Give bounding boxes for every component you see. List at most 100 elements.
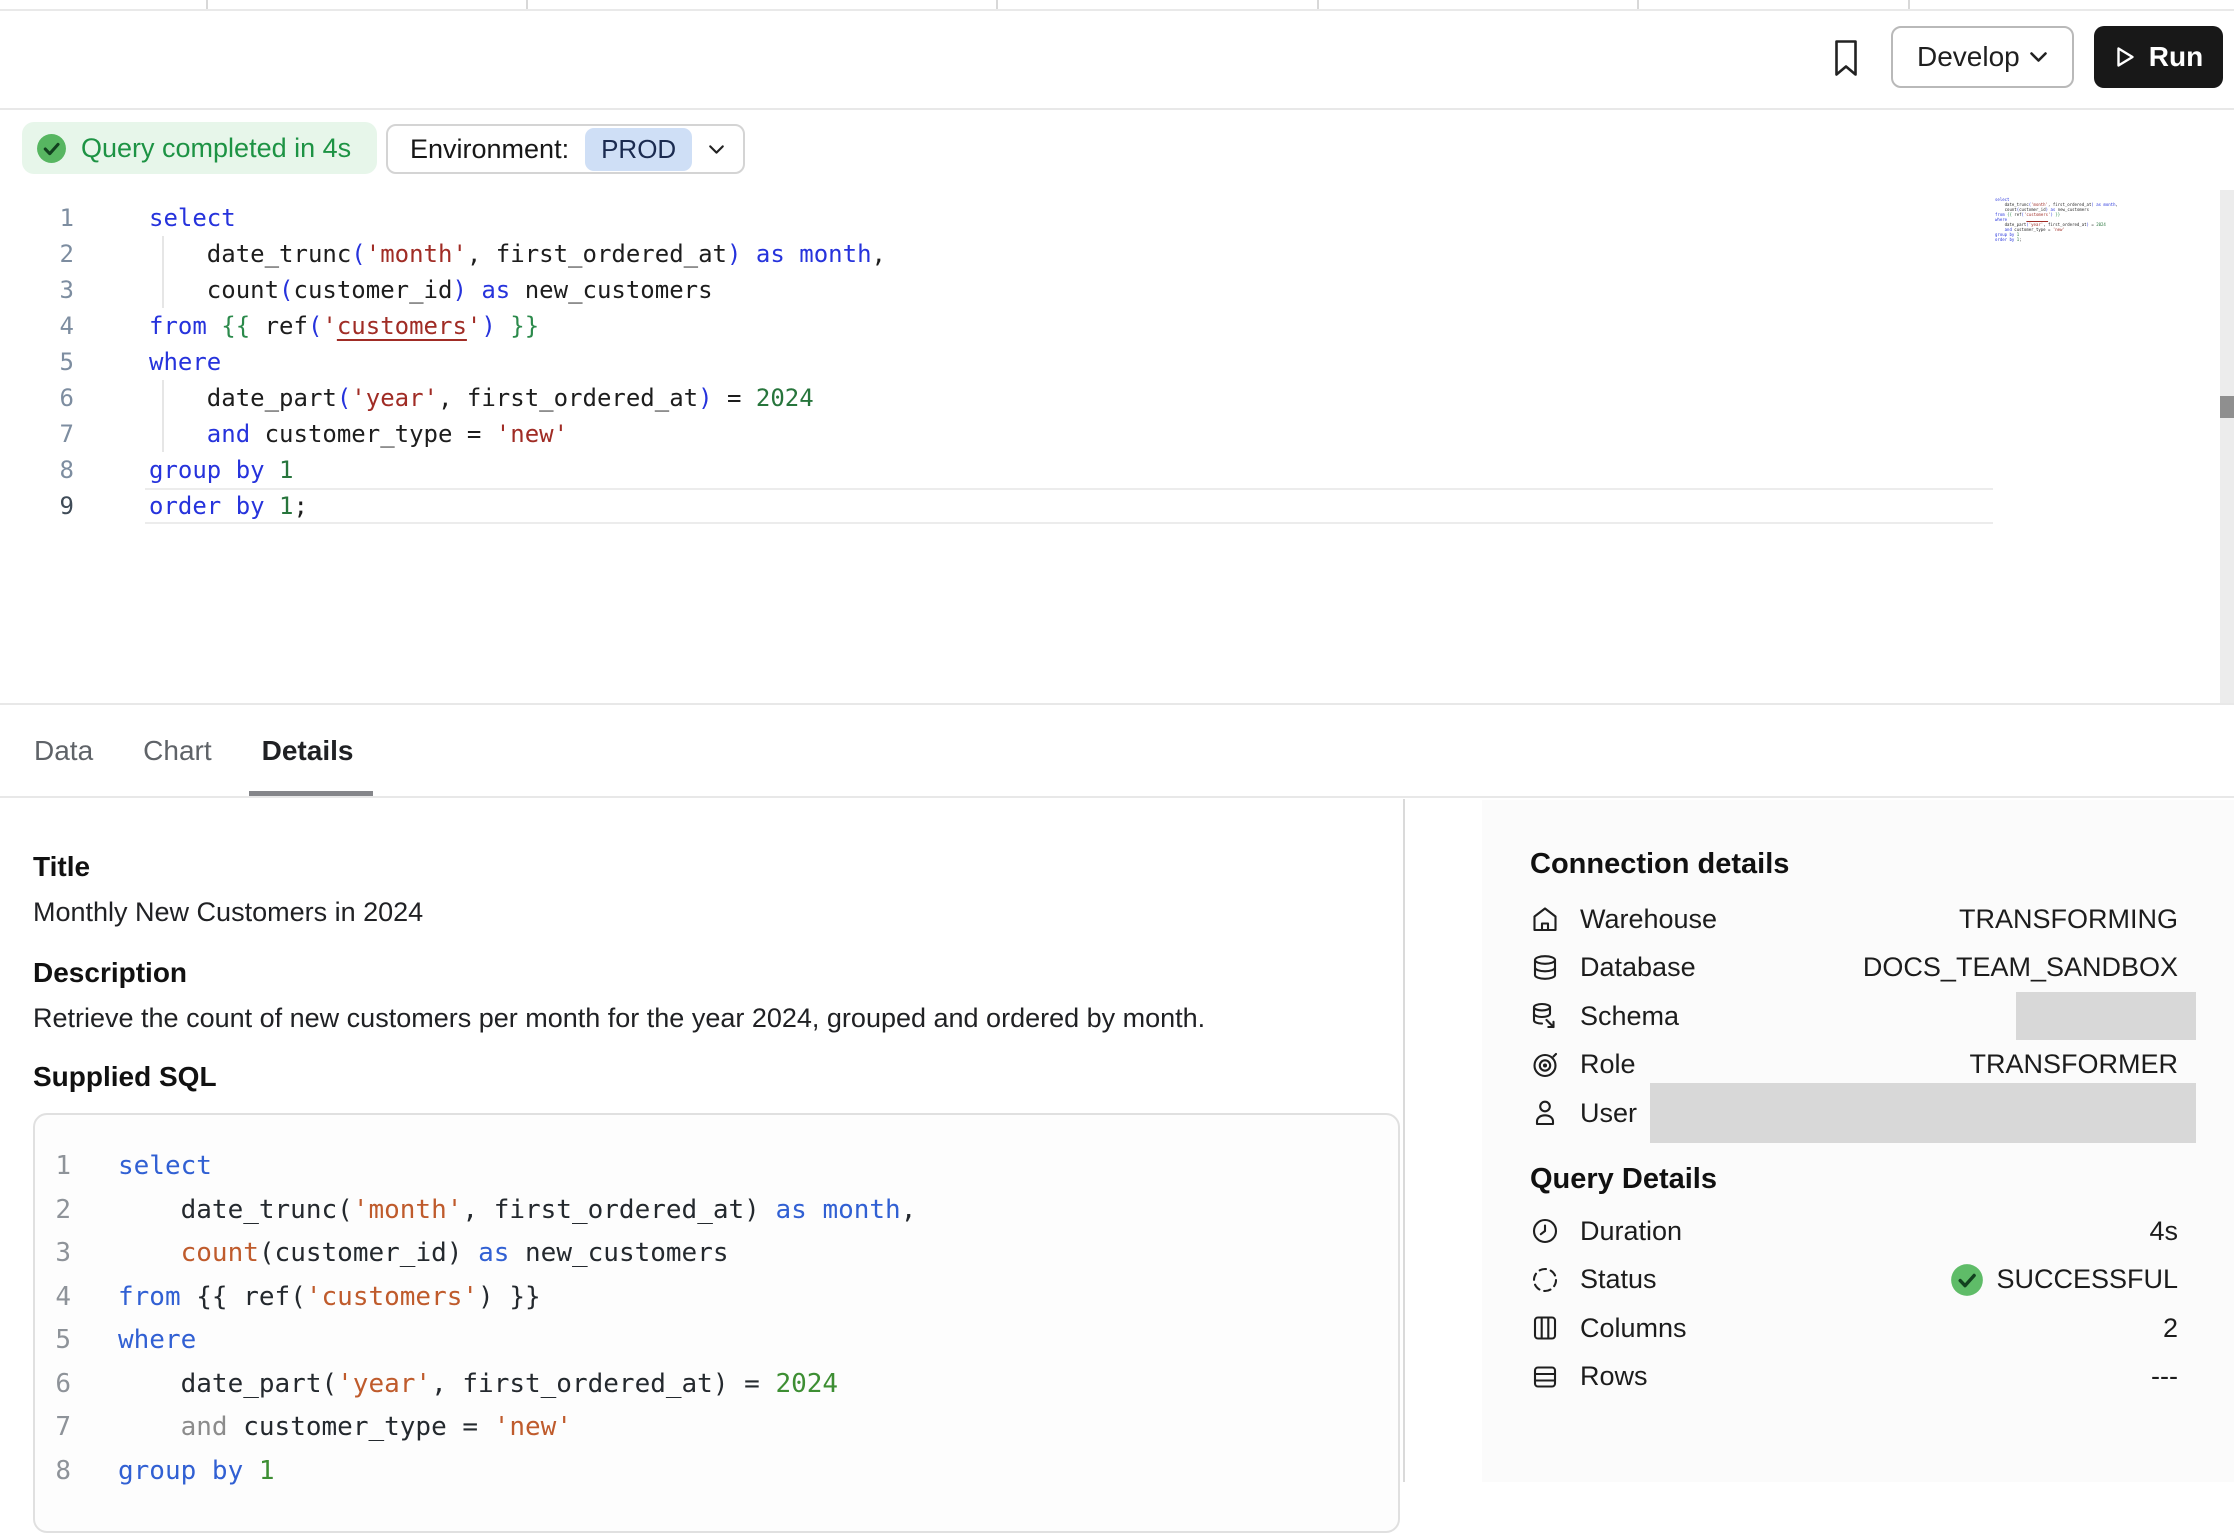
line-number: 1 bbox=[43, 1145, 71, 1189]
line-number: 2 bbox=[43, 1189, 71, 1233]
role-icon bbox=[1530, 1050, 1560, 1080]
top-tab-strip bbox=[0, 0, 2234, 11]
code-text: group by 1 bbox=[118, 1450, 275, 1494]
line-number: 4 bbox=[0, 308, 74, 344]
connection-details-rows: WarehouseTRANSFORMINGDatabaseDOCS_TEAM_S… bbox=[1530, 895, 2178, 1138]
code-text: select bbox=[118, 1145, 212, 1189]
row-label: User bbox=[1580, 1098, 1637, 1129]
code-line: 2 date_trunc('month', first_ordered_at) … bbox=[43, 1189, 1398, 1233]
rows-icon bbox=[1530, 1362, 1560, 1392]
code-text: from {{ ref('customers') }} bbox=[149, 308, 539, 344]
run-label: Run bbox=[2149, 41, 2203, 73]
environment-label: Environment: bbox=[410, 134, 569, 165]
sql-editor[interactable]: 1select2 date_trunc('month', first_order… bbox=[0, 200, 1995, 524]
code-line: 5where bbox=[0, 344, 1995, 380]
user-icon bbox=[1530, 1098, 1560, 1128]
title-heading: Title bbox=[33, 851, 90, 883]
bookmark-button[interactable] bbox=[1820, 30, 1872, 86]
row-label: Role bbox=[1580, 1049, 1636, 1080]
code-line: 7 and customer_type = 'new' bbox=[0, 416, 1995, 452]
code-line: 1select bbox=[0, 200, 1995, 236]
query-details-rows: Duration4s Status SUCCESSFUL Columns2 Rows --… bbox=[1530, 1207, 2178, 1401]
code-text: group by 1 bbox=[149, 452, 294, 488]
row-value: --- bbox=[2151, 1361, 2178, 1392]
code-line: 6 date_part('year', first_ordered_at) = … bbox=[0, 380, 1995, 416]
panel-row-duration: Duration4s bbox=[1530, 1207, 2178, 1256]
row-label: Status bbox=[1580, 1264, 1657, 1295]
editor-scrollbar-track[interactable] bbox=[2220, 190, 2234, 703]
editor-scrollbar-thumb[interactable] bbox=[2220, 396, 2234, 418]
success-check-icon bbox=[1950, 1263, 1984, 1297]
code-line: 3 count(customer_id) as new_customers bbox=[0, 272, 1995, 308]
line-number: 7 bbox=[0, 416, 74, 452]
play-icon bbox=[2114, 45, 2136, 69]
row-label: Warehouse bbox=[1580, 904, 1717, 935]
code-line: order by 1; bbox=[1995, 237, 2121, 242]
code-line: 4 from {{ ref('customers') }} bbox=[43, 1276, 1398, 1320]
panel-row-user: User bbox=[1530, 1089, 2178, 1138]
line-number: 8 bbox=[43, 1450, 71, 1494]
code-text: date_trunc('month', first_ordered_at) as… bbox=[149, 236, 886, 272]
warehouse-icon bbox=[1530, 904, 1560, 934]
row-value: SUCCESSFUL bbox=[1996, 1264, 2178, 1295]
tab-data[interactable]: Data bbox=[34, 735, 93, 767]
connection-details-heading: Connection details bbox=[1530, 848, 1789, 881]
line-number: 1 bbox=[0, 200, 74, 236]
code-text: order by 1; bbox=[149, 488, 308, 524]
row-label: Duration bbox=[1580, 1216, 1682, 1247]
code-text: order by 1; bbox=[1995, 237, 2022, 242]
columns-icon bbox=[1530, 1313, 1560, 1343]
code-line: 1 select bbox=[43, 1145, 1398, 1189]
header-divider bbox=[0, 108, 2234, 110]
status-icon bbox=[1530, 1265, 1560, 1295]
row-label: Database bbox=[1580, 952, 1696, 983]
environment-selector[interactable]: Environment: PROD bbox=[386, 124, 745, 174]
tab-details[interactable]: Details bbox=[262, 735, 354, 767]
line-number: 3 bbox=[0, 272, 74, 308]
panel-row-columns: Columns2 bbox=[1530, 1304, 2178, 1353]
line-number: 9 bbox=[0, 488, 74, 524]
details-panel-divider bbox=[1403, 799, 1405, 1482]
bookmark-icon bbox=[1831, 38, 1861, 78]
row-label: Rows bbox=[1580, 1361, 1648, 1392]
line-number: 4 bbox=[43, 1276, 71, 1320]
run-button[interactable]: Run bbox=[2094, 26, 2223, 88]
develop-dropdown[interactable]: Develop bbox=[1891, 26, 2074, 88]
code-text: where bbox=[118, 1319, 196, 1363]
tab-divider bbox=[1317, 0, 1319, 9]
panel-row-schema: Schema bbox=[1530, 992, 2178, 1041]
editor-minimap[interactable]: select date_trunc('month', first_ordered… bbox=[1995, 197, 2121, 245]
code-line: 2 date_trunc('month', first_ordered_at) … bbox=[0, 236, 1995, 272]
code-line: 5 where bbox=[43, 1319, 1398, 1363]
supplied-sql-code-block: 1select2 date_trunc('month', first_order… bbox=[33, 1113, 1400, 1533]
code-line: 4 from {{ ref('customers') }} bbox=[0, 308, 1995, 344]
line-number: 2 bbox=[0, 236, 74, 272]
line-number: 8 bbox=[0, 452, 74, 488]
code-text: where bbox=[149, 344, 221, 380]
duration-icon bbox=[1530, 1216, 1560, 1246]
code-line: 8 group by 1 bbox=[43, 1450, 1398, 1494]
check-circle-icon bbox=[36, 133, 67, 164]
tab-divider bbox=[996, 0, 998, 9]
indent-guide bbox=[162, 236, 164, 308]
code-line: 7 and customer_type = 'new' bbox=[43, 1406, 1398, 1450]
row-label: Columns bbox=[1580, 1313, 1687, 1344]
code-text: count(customer_id) as new_customers bbox=[118, 1232, 729, 1276]
tab-divider bbox=[1637, 0, 1639, 9]
line-number: 5 bbox=[43, 1319, 71, 1363]
code-text: date_part('year', first_ordered_at) = 20… bbox=[149, 380, 814, 416]
code-text: from {{ ref('customers') }} bbox=[118, 1276, 541, 1320]
code-line: 3 count(customer_id) as new_customers bbox=[43, 1232, 1398, 1276]
code-text: and customer_type = 'new' bbox=[149, 416, 568, 452]
code-text: date_trunc('month', first_ordered_at) as… bbox=[118, 1189, 916, 1233]
environment-badge: PROD bbox=[585, 128, 692, 171]
panel-row-role: RoleTRANSFORMER bbox=[1530, 1041, 2178, 1090]
tab-divider bbox=[206, 0, 208, 9]
code-line: 9 order by 1; bbox=[0, 488, 1995, 524]
tab-divider bbox=[526, 0, 528, 9]
panel-row-rows: Rows --- bbox=[1530, 1353, 2178, 1402]
description-heading: Description bbox=[33, 957, 187, 989]
query-status-pill: Query completed in 4s bbox=[22, 122, 377, 174]
panel-row-warehouse: WarehouseTRANSFORMING bbox=[1530, 895, 2178, 944]
tab-chart[interactable]: Chart bbox=[143, 735, 211, 767]
